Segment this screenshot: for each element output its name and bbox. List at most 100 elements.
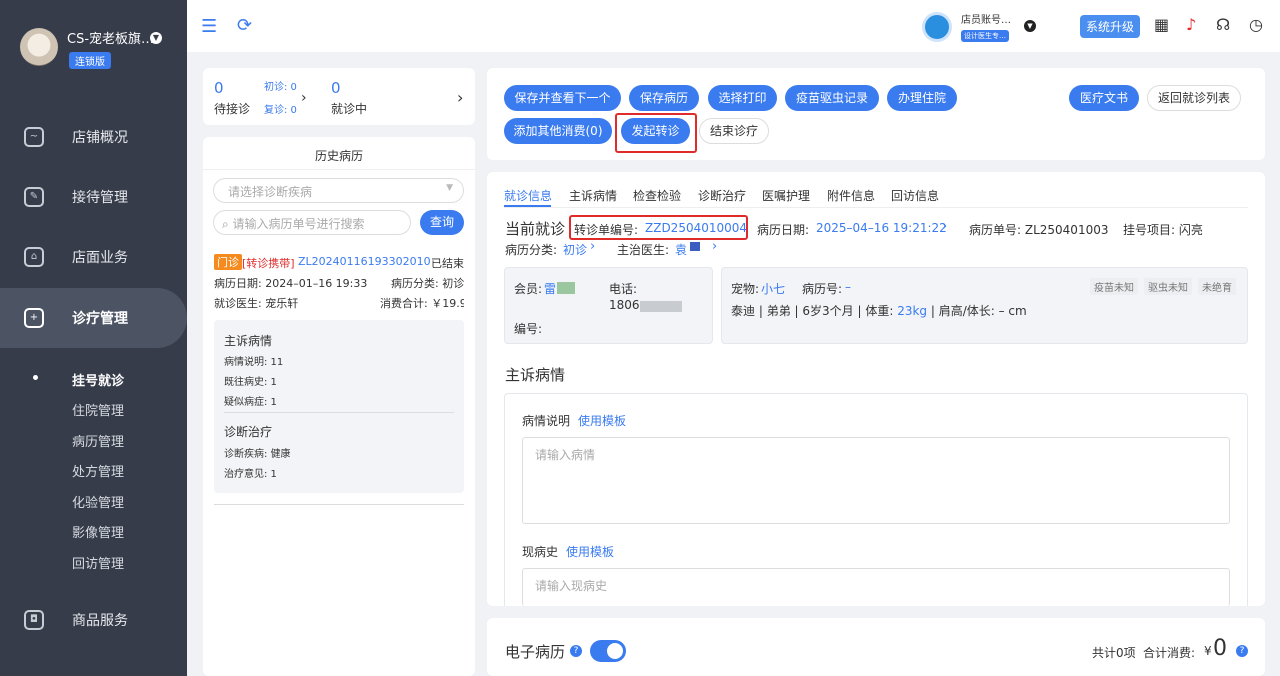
active-dot bbox=[33, 375, 38, 380]
monitor-icon: ~ bbox=[24, 127, 44, 147]
sub-followup[interactable]: 回访管理 bbox=[72, 553, 124, 572]
doctor-value[interactable]: 袁 bbox=[675, 241, 687, 258]
sub-registration[interactable]: 挂号就诊 bbox=[72, 370, 124, 389]
emr-title: 电子病历 bbox=[505, 643, 566, 661]
pet-name[interactable]: 小七 bbox=[761, 280, 785, 297]
emr-total-label: 合计消费: bbox=[1143, 646, 1196, 660]
tab-attachments[interactable]: 附件信息 bbox=[827, 187, 875, 204]
end-treatment-button[interactable]: 结束诊疗 bbox=[699, 118, 769, 144]
tab-orders[interactable]: 医嘱护理 bbox=[762, 187, 810, 204]
chevron-down-icon[interactable]: ▼ bbox=[150, 32, 162, 44]
refresh-icon[interactable]: ⟳ bbox=[237, 15, 252, 36]
actions-card: 保存并查看下一个 保存病历 选择打印 疫苗驱虫记录 办理住院 医疗文书 返回就诊… bbox=[487, 68, 1265, 160]
tab-complaint[interactable]: 主诉病情 bbox=[569, 187, 617, 204]
nav-clinic[interactable]: + 诊疗管理 bbox=[0, 288, 187, 348]
sub-hospitalization[interactable]: 住院管理 bbox=[72, 400, 124, 419]
save-record-button[interactable]: 保存病历 bbox=[629, 85, 699, 111]
store-name[interactable]: CS-宠老板旗… bbox=[67, 28, 154, 47]
add-other-button[interactable]: 添加其他消费(0) bbox=[504, 118, 612, 144]
back-to-list-button[interactable]: 返回就诊列表 bbox=[1147, 85, 1241, 111]
nav-reception[interactable]: ✎ 接待管理 bbox=[0, 167, 187, 227]
vaccine-button[interactable]: 疫苗驱虫记录 bbox=[785, 85, 879, 111]
account-name[interactable]: 店员账号… bbox=[961, 11, 1011, 26]
menu-icon[interactable]: ☰ bbox=[201, 16, 217, 37]
nav-store-overview[interactable]: ~ 店铺概况 bbox=[0, 107, 187, 167]
history-record-link[interactable]: ZL20240116193302010 bbox=[298, 255, 431, 268]
redacted-block bbox=[690, 242, 700, 251]
chevron-right-icon[interactable]: › bbox=[712, 239, 717, 254]
chevron-right-icon[interactable]: › bbox=[457, 88, 463, 107]
nav-products[interactable]: ◘ 商品服务 bbox=[0, 590, 187, 650]
member-name[interactable]: 雷 bbox=[544, 280, 556, 297]
bell-icon[interactable]: ♪ bbox=[1186, 15, 1196, 34]
chevron-right-icon[interactable]: › bbox=[301, 90, 307, 106]
first-visit-count: 初诊: 0 bbox=[264, 82, 297, 93]
emr-toggle[interactable] bbox=[590, 640, 626, 662]
tab-diagnosis[interactable]: 诊断治疗 bbox=[698, 187, 746, 204]
tab-visit-info[interactable]: 就诊信息 bbox=[504, 187, 552, 204]
nav-label: 店铺概况 bbox=[72, 130, 128, 146]
calendar-icon[interactable]: ▦ bbox=[1154, 15, 1169, 34]
emr-total: 0 bbox=[1213, 636, 1227, 661]
clock-icon[interactable]: ◷ bbox=[1249, 15, 1263, 34]
divider bbox=[203, 169, 475, 170]
waiting-count[interactable]: 0 bbox=[214, 79, 224, 97]
phone-value: 1806 bbox=[609, 298, 640, 312]
history-suspect: 疑似病症: 1 bbox=[224, 397, 277, 408]
redacted-block bbox=[557, 282, 575, 294]
sub-lab[interactable]: 化验管理 bbox=[72, 492, 124, 511]
phone-label: 电话: bbox=[609, 282, 638, 296]
return-visit-count: 复诊: 0 bbox=[264, 105, 297, 116]
history-past: 既往病史: 1 bbox=[224, 377, 277, 388]
complaint-section-title: 主诉病情 bbox=[505, 366, 566, 384]
history-desc: 病情说明: 11 bbox=[224, 357, 284, 368]
record-status: 已结束 bbox=[431, 257, 464, 270]
print-button[interactable]: 选择打印 bbox=[708, 85, 777, 111]
divider bbox=[214, 504, 464, 505]
sub-prescriptions[interactable]: 处方管理 bbox=[72, 461, 124, 480]
pet-gender: 弟弟 bbox=[766, 304, 791, 318]
headset-icon[interactable]: ☊ bbox=[1216, 15, 1230, 34]
waiting-label: 待接诊 bbox=[214, 102, 251, 116]
record-search-input[interactable]: ⌕ 请输入病历单号进行搜索 bbox=[213, 210, 411, 235]
diagnosis-heading: 诊断治疗 bbox=[224, 425, 273, 439]
medical-docs-button[interactable]: 医疗文书 bbox=[1069, 85, 1139, 111]
visit-type-badge: 门诊 bbox=[214, 254, 242, 270]
account-avatar[interactable] bbox=[922, 12, 952, 42]
help-icon[interactable]: ? bbox=[1236, 645, 1248, 657]
condition-textarea[interactable]: 请输入病情 bbox=[522, 437, 1230, 524]
chevron-right-icon[interactable]: › bbox=[590, 239, 595, 254]
record-date: 病历日期: 2024–01–16 19:33 bbox=[214, 277, 368, 290]
vaccine-tag: 疫苗未知 bbox=[1090, 278, 1138, 295]
diagnosis-select[interactable]: 请选择诊断疾病 ▼ bbox=[213, 178, 464, 203]
present-history-textarea[interactable]: 请输入现病史 bbox=[522, 568, 1230, 606]
chevron-right-icon[interactable]: › bbox=[942, 219, 947, 234]
category-value[interactable]: 初诊 bbox=[563, 241, 587, 258]
account-tag: 设计医生专… bbox=[961, 30, 1009, 42]
upgrade-button[interactable]: 系统升级 bbox=[1080, 15, 1141, 38]
help-icon[interactable]: ? bbox=[570, 645, 582, 657]
nav-store-business[interactable]: ⌂ 店面业务 bbox=[0, 227, 187, 287]
use-template-link[interactable]: 使用模板 bbox=[578, 412, 626, 429]
save-next-button[interactable]: 保存并查看下一个 bbox=[504, 85, 621, 111]
pet-record-value[interactable]: – bbox=[845, 280, 851, 294]
in-progress-count[interactable]: 0 bbox=[331, 79, 341, 97]
use-template-link[interactable]: 使用模板 bbox=[566, 543, 614, 560]
history-title: 历史病历 bbox=[315, 149, 364, 163]
member-label: 会员: bbox=[514, 282, 543, 296]
bag-icon: ◘ bbox=[24, 610, 44, 630]
tab-followup[interactable]: 回访信息 bbox=[891, 187, 939, 204]
tab-examination[interactable]: 检查检验 bbox=[633, 187, 681, 204]
sub-records[interactable]: 病历管理 bbox=[72, 431, 124, 450]
member-number-label: 编号: bbox=[514, 322, 543, 336]
query-button[interactable]: 查询 bbox=[420, 210, 464, 235]
sub-imaging[interactable]: 影像管理 bbox=[72, 522, 124, 541]
diagnosis-placeholder: 请选择诊断疾病 bbox=[228, 185, 313, 199]
pet-age: 6岁3个月 bbox=[802, 304, 854, 318]
avatar[interactable] bbox=[20, 28, 58, 66]
chevron-down-icon[interactable]: ▼ bbox=[1024, 20, 1036, 32]
nav-label: 接待管理 bbox=[72, 190, 128, 206]
medical-kit-icon: + bbox=[24, 308, 44, 328]
hospitalize-button[interactable]: 办理住院 bbox=[887, 85, 957, 111]
visit-date[interactable]: 2025–04–16 19:21:22 bbox=[816, 221, 947, 235]
